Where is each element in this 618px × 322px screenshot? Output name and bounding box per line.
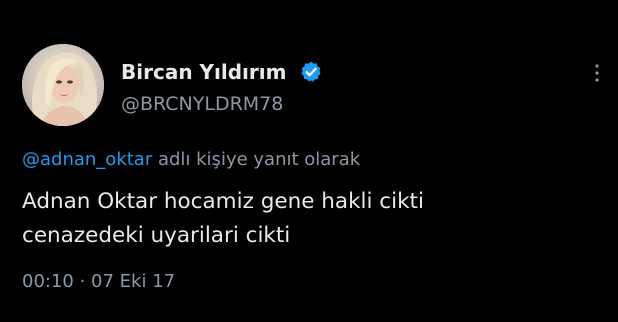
author-display-name[interactable]: Bircan Yıldırım: [121, 60, 286, 84]
avatar[interactable]: [22, 44, 104, 126]
reply-context: @adnan_oktar adlı kişiye yanıt olarak: [22, 148, 360, 172]
tweet-text-line: Adnan Oktar hocamiz gene hakli cikti: [22, 189, 424, 214]
tweet-timestamp[interactable]: 00:10 · 07 Eki 17: [22, 270, 175, 294]
tweet-date: 07 Eki 17: [91, 271, 176, 292]
tweet-text-line: cenazedeki uyarilari cikti: [22, 223, 291, 248]
tweet-card: Bircan Yıldırım @BRCNYLDRM78 @adnan_okta…: [0, 0, 618, 322]
meta-separator: ·: [73, 271, 92, 292]
tweet-text: Adnan Oktar hocamiz gene hakli cikti cen…: [22, 185, 424, 253]
author-handle[interactable]: @BRCNYLDRM78: [121, 92, 283, 116]
avatar-photo: [22, 44, 104, 126]
more-options-icon[interactable]: [590, 62, 604, 84]
verified-badge-icon[interactable]: [300, 61, 322, 83]
tweet-time: 00:10: [22, 271, 74, 292]
reply-mention-link[interactable]: @adnan_oktar: [22, 149, 152, 170]
reply-context-text: adlı kişiye yanıt olarak: [152, 149, 361, 170]
